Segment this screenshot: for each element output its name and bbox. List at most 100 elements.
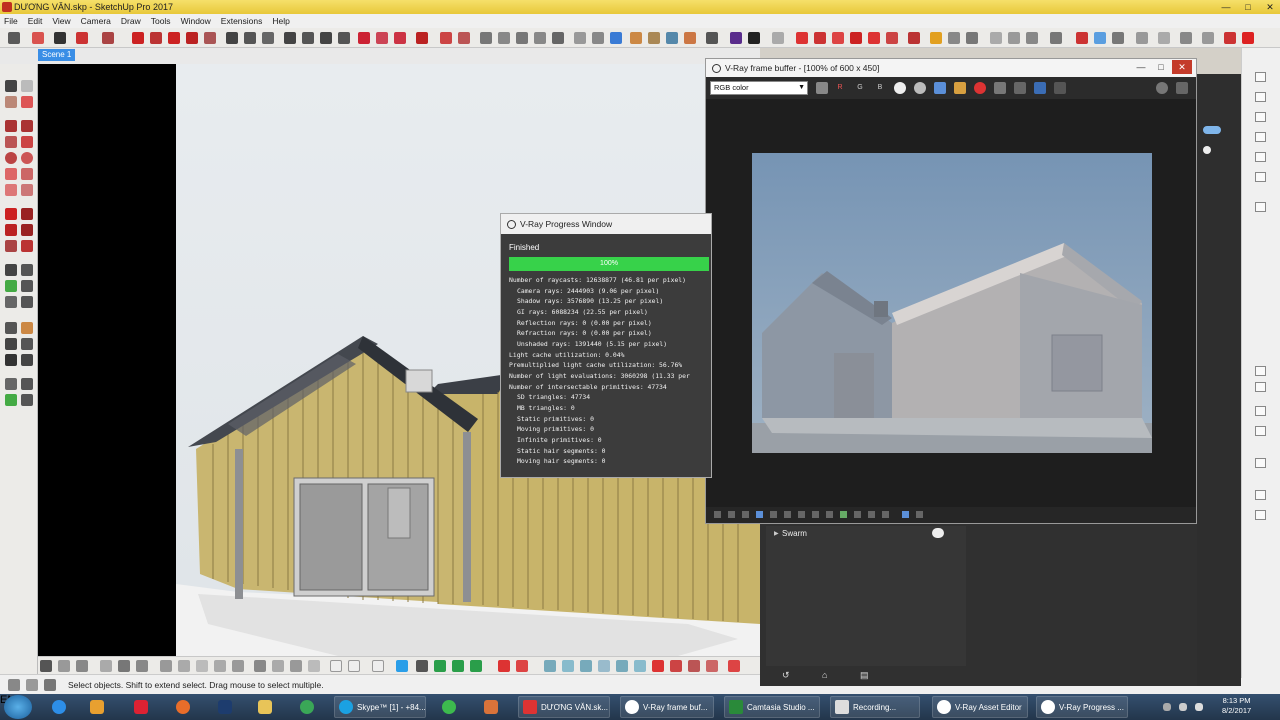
orbit-tool-icon[interactable] (284, 32, 296, 44)
xray-icon[interactable] (40, 660, 52, 672)
vray-frame-buffer-window[interactable]: V-Ray frame buffer - [100% of 600 x 450]… (705, 58, 1197, 524)
style-wireframe-icon[interactable] (648, 32, 660, 44)
layer-green-icon-3[interactable] (470, 660, 482, 672)
tool-icon-h[interactable] (670, 660, 682, 672)
axes-icon[interactable] (5, 296, 17, 308)
move-icon[interactable] (5, 208, 17, 220)
previous-view-icon[interactable] (21, 354, 33, 366)
channel-g-button[interactable]: G (854, 82, 866, 94)
sandbox-smoove-icon[interactable] (592, 32, 604, 44)
layer-green-icon-2[interactable] (452, 660, 464, 672)
tray-icon-12[interactable] (1255, 458, 1266, 468)
vray-scene-icon[interactable] (1026, 32, 1038, 44)
menu-camera[interactable]: Camera (81, 16, 111, 26)
vray-clipper-icon[interactable] (1008, 32, 1020, 44)
grid-icon-2[interactable] (516, 660, 528, 672)
look-icon[interactable] (290, 660, 302, 672)
rotate-tool-icon[interactable] (168, 32, 180, 44)
3d-text-icon[interactable] (21, 296, 33, 308)
vfb-titlebar[interactable]: V-Ray frame buffer - [100% of 600 x 450]… (706, 59, 1196, 77)
load-image-icon[interactable] (954, 82, 966, 94)
top-view-icon[interactable] (196, 660, 208, 672)
two-point-arc-icon[interactable] (21, 168, 33, 180)
tray-network-icon[interactable] (1176, 696, 1190, 718)
vray-object-id-icon[interactable] (1050, 32, 1062, 44)
view-back-icon[interactable] (552, 32, 564, 44)
tool-icon-g[interactable] (652, 660, 664, 672)
task-vray-progress[interactable]: V-Ray Progress ... (1036, 696, 1128, 718)
close-button[interactable]: ✕ (1262, 1, 1278, 13)
tray-icon-14[interactable] (1255, 510, 1266, 520)
select-tool-icon[interactable] (8, 32, 20, 44)
tool-icon-e[interactable] (616, 660, 628, 672)
camera-icon[interactable] (254, 660, 266, 672)
tool-icon-d[interactable] (598, 660, 610, 672)
vfb-bottom-icon-3[interactable] (742, 511, 749, 518)
alpha-view-icon[interactable] (914, 82, 926, 94)
menu-file[interactable]: File (4, 16, 18, 26)
outer-shell-icon[interactable] (458, 32, 470, 44)
walk-icon[interactable] (5, 394, 17, 406)
sandbox-stamp-icon[interactable] (610, 32, 622, 44)
color-picker-icon[interactable] (816, 82, 828, 94)
menu-edit[interactable]: Edit (28, 16, 43, 26)
tape-measure-icon[interactable] (226, 32, 238, 44)
pan-icon[interactable] (21, 322, 33, 334)
tray-flag-icon[interactable] (1160, 696, 1174, 718)
grid-icon[interactable] (498, 660, 510, 672)
menu-tools[interactable]: Tools (151, 16, 171, 26)
tool-icon-f[interactable] (634, 660, 646, 672)
front-view-icon[interactable] (214, 660, 226, 672)
shaded-icon[interactable] (118, 660, 130, 672)
position-icon[interactable] (308, 660, 320, 672)
walk-through-icon[interactable] (272, 660, 284, 672)
channel-b-button[interactable]: B (874, 82, 886, 94)
freehand-icon[interactable] (21, 120, 33, 132)
tool-icon-i[interactable] (688, 660, 700, 672)
section-icon[interactable] (21, 394, 33, 406)
three-point-arc-icon[interactable] (5, 184, 17, 196)
dimension-icon[interactable] (21, 264, 33, 276)
vfb-bottom-icon-10[interactable] (840, 511, 847, 518)
asset-toggle-on[interactable] (1203, 126, 1221, 134)
vfb-bottom-icon-2[interactable] (728, 511, 735, 518)
firefox-icon[interactable] (170, 696, 196, 718)
vfb-close-button[interactable]: ✕ (1172, 60, 1192, 74)
toolbar-extra-icon-3[interactable] (1180, 32, 1192, 44)
task-skype[interactable]: Skype™ [1] - +84... (334, 696, 426, 718)
chrome-icon[interactable] (294, 696, 320, 718)
orbit-icon[interactable] (5, 322, 17, 334)
vray-interactive-icon[interactable] (748, 32, 760, 44)
vfb-bottom-icon-1[interactable] (714, 511, 721, 518)
vray-settings-icon[interactable] (1112, 32, 1124, 44)
paint-bucket-icon[interactable] (262, 32, 274, 44)
paint-icon[interactable] (5, 96, 17, 108)
photoshop-icon[interactable] (212, 696, 238, 718)
pencil-tool-icon[interactable] (54, 32, 66, 44)
vfb-bottom-icon-4[interactable] (756, 511, 763, 518)
lens-effects-icon[interactable] (1054, 82, 1066, 94)
task-vray-frame-buffer[interactable]: V-Ray frame buf... (620, 696, 714, 718)
monochrome-icon[interactable] (160, 660, 172, 672)
pan-tool-icon[interactable] (302, 32, 314, 44)
shaded-textures-icon[interactable] (136, 660, 148, 672)
eraser-icon[interactable] (21, 96, 33, 108)
task-sketchup[interactable]: DƯƠNG VĂN.sk... (518, 696, 610, 718)
tool-icon-b[interactable] (562, 660, 574, 672)
layer-green-icon[interactable] (434, 660, 446, 672)
circle-icon[interactable] (5, 152, 17, 164)
asset-toggle-off[interactable] (1203, 146, 1211, 154)
vfb-bottom-icon-6[interactable] (784, 511, 791, 518)
view-right-icon[interactable] (534, 32, 546, 44)
vray-help-icon[interactable] (1094, 32, 1106, 44)
style-shaded-icon[interactable] (684, 32, 696, 44)
credits-icon[interactable] (26, 679, 38, 691)
vray-light-rect-icon[interactable] (796, 32, 808, 44)
scale-icon[interactable] (5, 240, 17, 252)
tool-icon-k[interactable] (728, 660, 740, 672)
ruby-icon[interactable] (416, 32, 428, 44)
view-iso-icon[interactable] (480, 32, 492, 44)
solid-tools-icon[interactable] (440, 32, 452, 44)
vfb-settings-icon[interactable] (1156, 82, 1168, 94)
vfb-bottom-icon-9[interactable] (826, 511, 833, 518)
